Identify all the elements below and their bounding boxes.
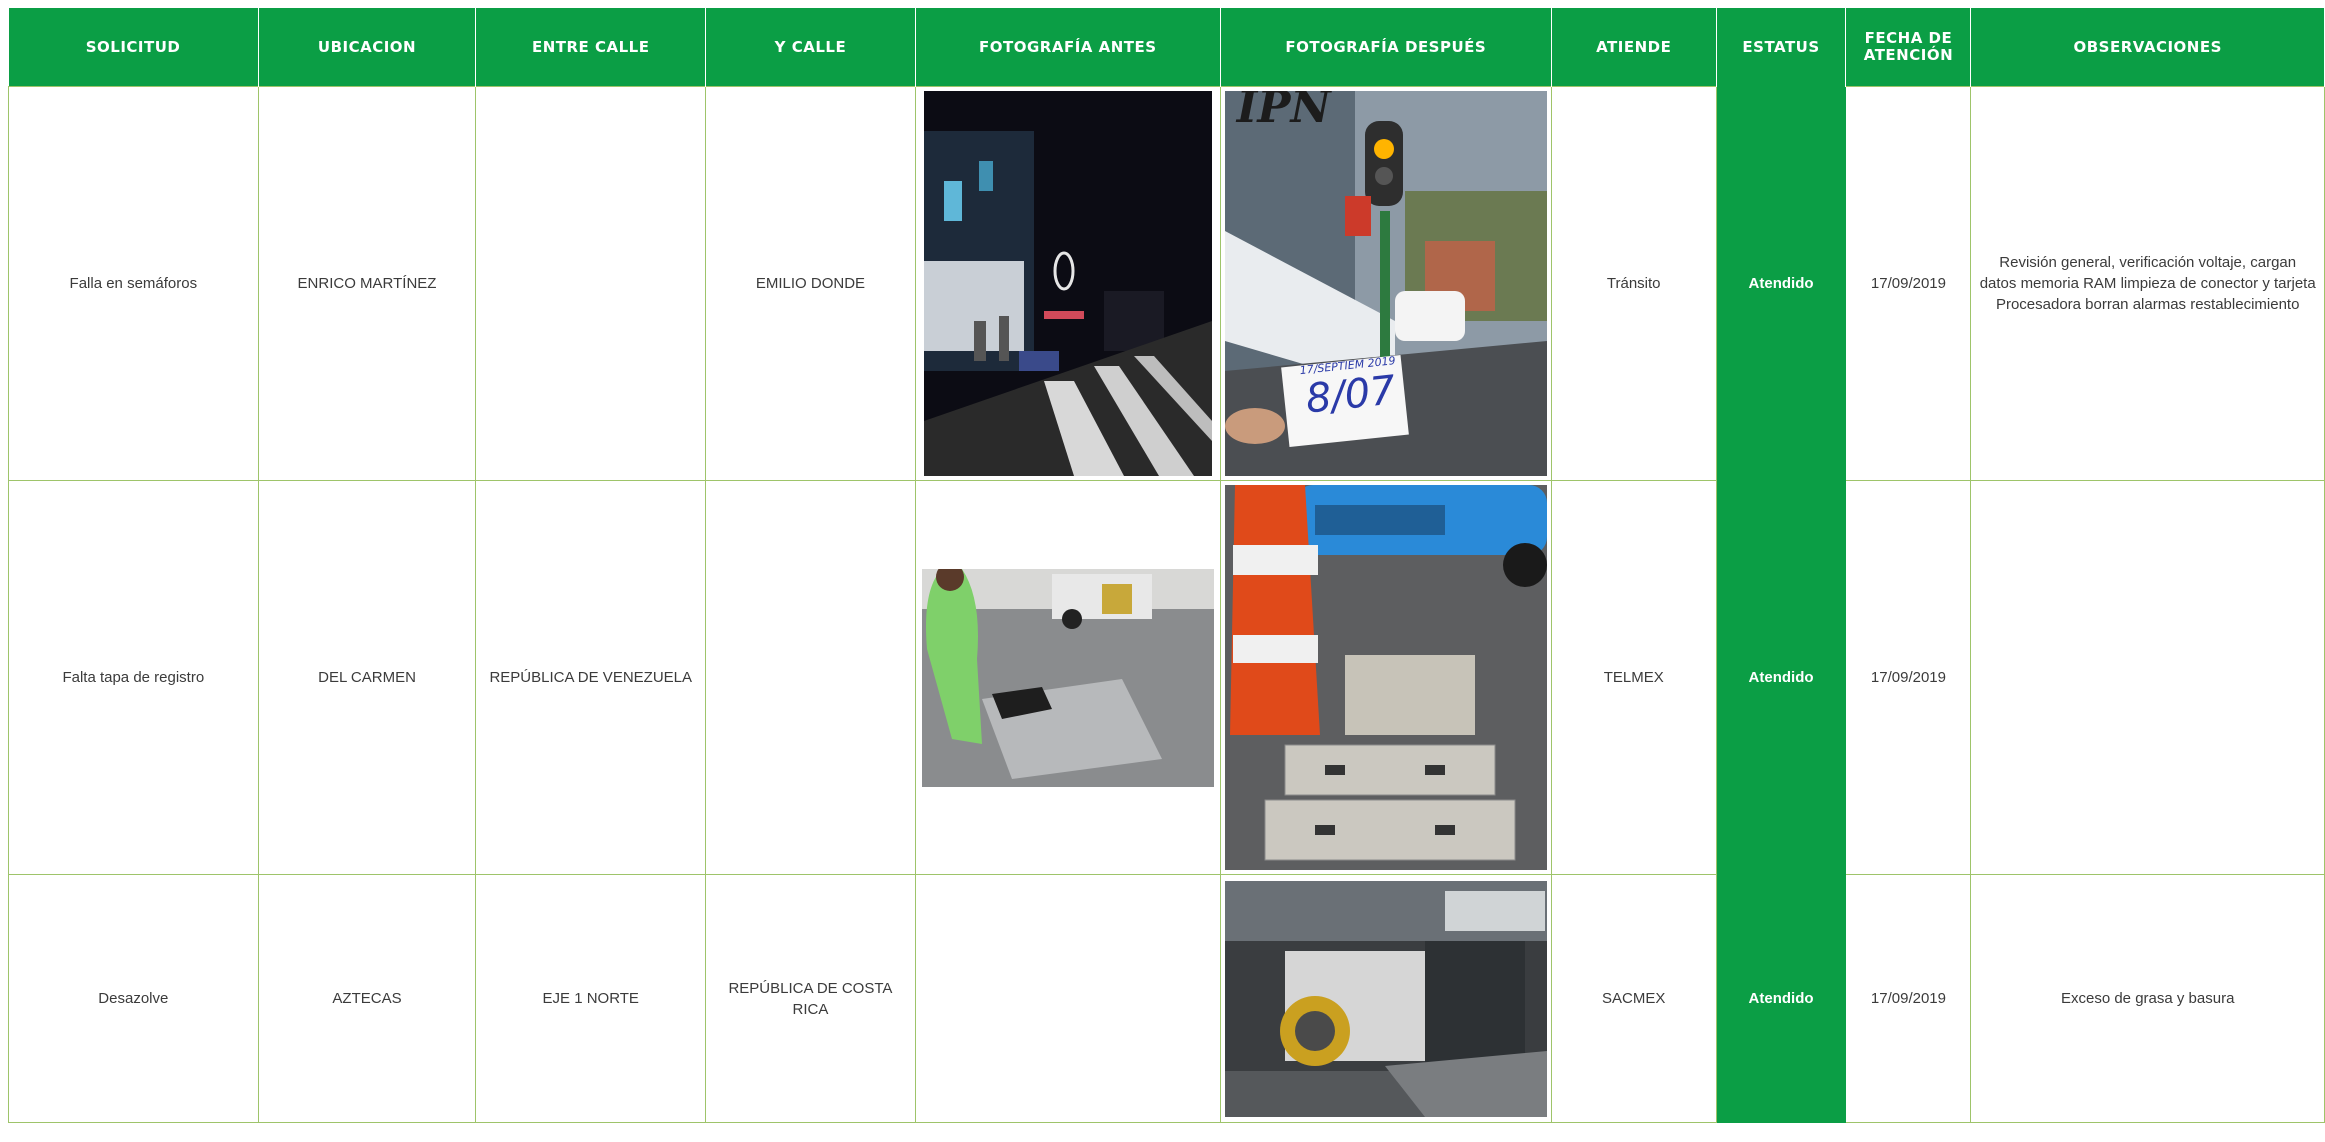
header-observaciones: OBSERVACIONES [1970, 8, 2325, 87]
cell-solicitud: Falla en semáforos [8, 86, 259, 481]
cell-entre-calle [475, 86, 707, 481]
header-atiende: ATIENDE [1551, 8, 1717, 87]
photo-night-street [923, 91, 1212, 476]
cell-ubicacion: ENRICO MARTÍNEZ [257, 86, 477, 481]
cell-foto-despues [1219, 874, 1552, 1123]
header-fecha: FECHA DE ATENCIÓN [1845, 8, 1972, 87]
cell-foto-despues: IPN 17/SEPTIEM 2019 8/07 [1219, 86, 1552, 481]
cell-observaciones: Revisión general, verificación voltaje, … [1970, 86, 2325, 481]
cell-solicitud: Desazolve [8, 874, 259, 1123]
header-fecha-line2: ATENCIÓN [1863, 46, 1954, 64]
cell-atiende: Tránsito [1550, 86, 1717, 481]
cell-y-calle: EMILIO DONDE [705, 86, 916, 481]
photo-worker-manhole [921, 568, 1214, 787]
cell-foto-antes [914, 874, 1221, 1123]
cell-foto-antes [914, 86, 1221, 481]
cell-foto-antes [914, 480, 1221, 875]
header-ubicacion: UBICACION [258, 8, 477, 87]
table-row: Falta tapa de registro DEL CARMEN REPÚBL… [8, 480, 2325, 875]
cell-fecha: 17/09/2019 [1845, 480, 1972, 875]
photo-handwritten-note: 17/SEPTIEM 2019 8/07 [1288, 353, 1411, 423]
cell-foto-despues [1219, 480, 1552, 875]
header-row: SOLICITUD UBICACION ENTRE CALLE Y CALLE … [8, 8, 2325, 87]
table-row: Desazolve AZTECAS EJE 1 NORTE REPÚBLICA … [8, 874, 2325, 1123]
cell-observaciones [1970, 480, 2325, 875]
cell-entre-calle: EJE 1 NORTE [475, 874, 707, 1123]
header-entre-calle: ENTRE CALLE [475, 8, 707, 87]
header-estatus: ESTATUS [1716, 8, 1847, 87]
status-badge: Atendido [1715, 86, 1847, 481]
cell-atiende: TELMEX [1550, 480, 1717, 875]
photo-vacuum-truck [1224, 880, 1547, 1117]
status-badge: Atendido [1715, 480, 1847, 875]
photo-traffic-light: IPN 17/SEPTIEM 2019 8/07 [1224, 91, 1547, 476]
report-sheet: SOLICITUD UBICACION ENTRE CALLE Y CALLE … [0, 0, 2325, 1142]
header-solicitud: SOLICITUD [8, 8, 259, 87]
cell-ubicacion: DEL CARMEN [257, 480, 477, 875]
cell-fecha: 17/09/2019 [1845, 874, 1972, 1123]
cell-y-calle: REPÚBLICA DE COSTA RICA [705, 874, 916, 1123]
incident-table: SOLICITUD UBICACION ENTRE CALLE Y CALLE … [8, 8, 2325, 1123]
table-row: Falla en semáforos ENRICO MARTÍNEZ EMILI… [8, 86, 2325, 481]
cell-fecha: 17/09/2019 [1845, 86, 1972, 481]
photo-sign-text: IPN [1236, 91, 1331, 133]
cell-y-calle [705, 480, 916, 875]
photo-new-covers [1224, 485, 1547, 870]
cell-atiende: SACMEX [1550, 874, 1717, 1123]
header-foto-antes: FOTOGRAFÍA ANTES [915, 8, 1221, 87]
cell-entre-calle: REPÚBLICA DE VENEZUELA [475, 480, 707, 875]
cell-solicitud: Falta tapa de registro [8, 480, 259, 875]
cell-observaciones: Exceso de grasa y basura [1970, 874, 2325, 1123]
cell-ubicacion: AZTECAS [257, 874, 477, 1123]
header-fecha-line1: FECHA DE [1864, 29, 1953, 47]
header-y-calle: Y CALLE [705, 8, 916, 87]
header-foto-despues: FOTOGRAFÍA DESPUÉS [1220, 8, 1552, 87]
status-badge: Atendido [1715, 874, 1847, 1123]
